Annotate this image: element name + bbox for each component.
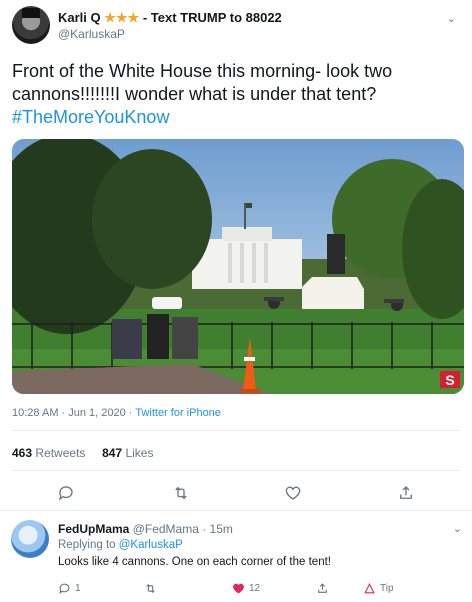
reply-icon[interactable] bbox=[57, 484, 77, 504]
media-badge: S bbox=[445, 372, 454, 388]
retweets-label[interactable]: Retweets bbox=[35, 446, 85, 460]
author-name[interactable]: Karli Q bbox=[58, 10, 101, 25]
replying-prefix: Replying to bbox=[58, 539, 119, 551]
tweet-timestamp: 10:28 AM · Jun 1, 2020 · Twitter for iPh… bbox=[12, 407, 221, 419]
like-icon bbox=[233, 583, 244, 594]
reply-author-line[interactable]: FedUpMama @FedMama · 15m bbox=[58, 522, 233, 536]
author-handle[interactable]: @KarluskaP bbox=[58, 27, 125, 41]
reply-tweet[interactable]: FedUpMama @FedMama · 15m ⌄ Replying to @… bbox=[0, 516, 472, 602]
tip-label: Tip bbox=[380, 583, 394, 594]
like-icon[interactable] bbox=[284, 484, 304, 504]
tweet-text: Front of the White House this morning- l… bbox=[12, 60, 460, 129]
reply-icon bbox=[59, 583, 70, 595]
reply-text: Looks like 4 cannons. One on each corner… bbox=[58, 556, 331, 568]
chevron-down-icon[interactable]: ⌄ bbox=[447, 12, 456, 25]
divider bbox=[12, 430, 460, 431]
likes-label[interactable]: Likes bbox=[125, 446, 153, 460]
tweet-header: Karli Q ★★★ - Text TRUMP to 88022 @Karlu… bbox=[12, 6, 460, 46]
tweet-text-line1: Front of the White House this morning- l… bbox=[12, 61, 393, 81]
hashtag-link[interactable]: #TheMoreYouKnow bbox=[12, 106, 460, 129]
divider bbox=[12, 470, 460, 471]
author-avatar[interactable] bbox=[12, 6, 50, 44]
likes-count[interactable]: 847 bbox=[102, 446, 122, 460]
replying-to: Replying to @KarluskaP bbox=[58, 539, 183, 551]
replying-handle-link[interactable]: @KarluskaP bbox=[119, 539, 183, 551]
reply-count: 1 bbox=[75, 583, 81, 594]
reply-share-button[interactable] bbox=[316, 582, 329, 595]
retweet-icon bbox=[146, 583, 155, 594]
share-icon[interactable] bbox=[397, 484, 417, 504]
reply-actions: 1 12 Tip bbox=[58, 582, 458, 598]
reply-retweet-button[interactable] bbox=[144, 582, 157, 595]
tweet-media-image[interactable]: S bbox=[12, 139, 464, 394]
reply-reply-button[interactable]: 1 bbox=[58, 582, 81, 595]
tip-button[interactable]: Tip bbox=[363, 582, 394, 595]
tweet-source-link[interactable]: Twitter for iPhone bbox=[135, 407, 221, 419]
star-emoji-icons: ★★★ bbox=[104, 10, 140, 25]
reply-like-button[interactable]: 12 bbox=[232, 582, 260, 595]
divider bbox=[0, 510, 472, 511]
reply-like-count: 12 bbox=[249, 583, 261, 594]
retweet-icon[interactable] bbox=[172, 484, 192, 504]
share-icon bbox=[318, 583, 327, 593]
retweets-count[interactable]: 463 bbox=[12, 446, 32, 460]
author-name-line[interactable]: Karli Q ★★★ - Text TRUMP to 88022 bbox=[58, 10, 282, 26]
tweet-actions bbox=[12, 484, 460, 504]
tweet-time[interactable]: 10:28 AM · Jun 1, 2020 · bbox=[12, 407, 135, 419]
reply-handle-time[interactable]: @FedMama · 15m bbox=[133, 522, 233, 536]
author-name-suffix: - Text TRUMP to 88022 bbox=[139, 10, 282, 25]
tip-icon bbox=[364, 582, 375, 594]
reply-author-name[interactable]: FedUpMama bbox=[58, 522, 129, 536]
tweet-text-line2: cannons!!!!!!!I wonder what is under tha… bbox=[12, 84, 377, 104]
chevron-down-icon[interactable]: ⌄ bbox=[453, 522, 462, 535]
tweet-stats: 463 Retweets 847 Likes bbox=[12, 446, 153, 460]
reply-avatar[interactable] bbox=[11, 520, 49, 558]
